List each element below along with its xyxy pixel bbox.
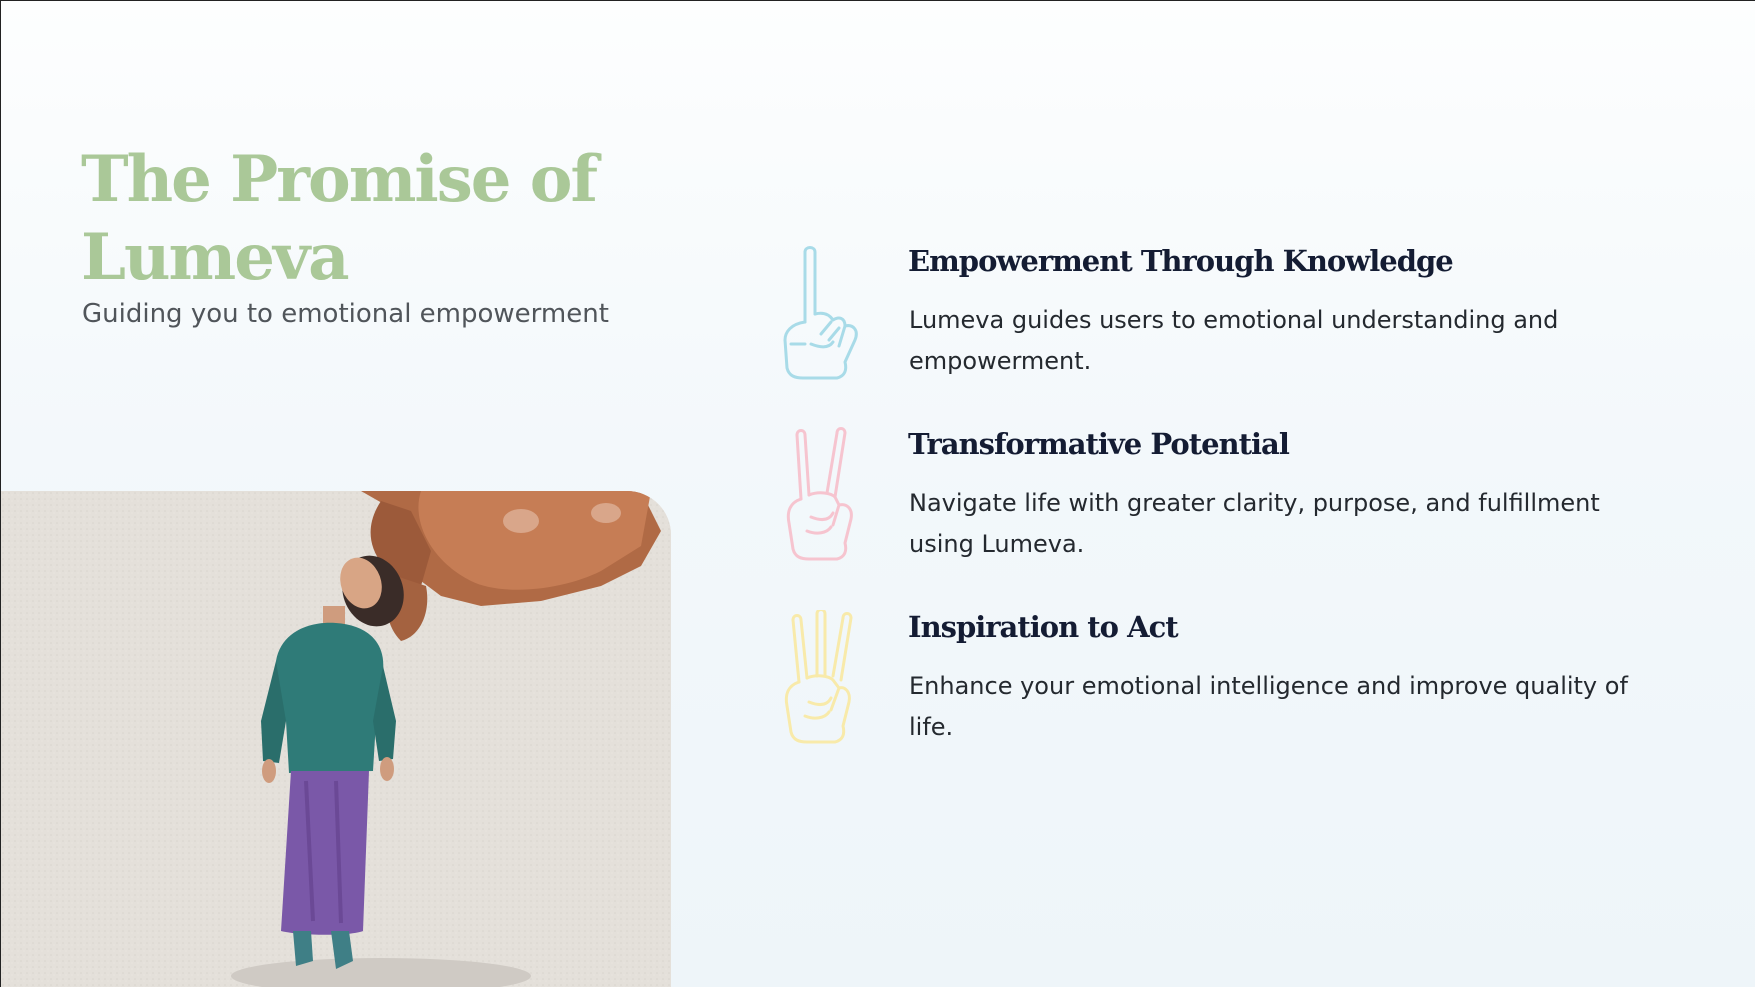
page-subtitle: Guiding you to emotional empowerment xyxy=(82,299,609,329)
feature-body: Lumeva guides users to emotional underst… xyxy=(909,306,1559,375)
woman-lifted-by-hand-illustration xyxy=(1,491,671,987)
feature-title: Empowerment Through Knowledge xyxy=(908,244,1454,278)
one-finger-hand-icon xyxy=(781,244,865,384)
feature-transformative: Transformative Potential Navigate life w… xyxy=(781,427,1681,577)
page-title: The Promise of Lumeva xyxy=(81,142,598,295)
two-finger-hand-icon xyxy=(781,427,865,567)
feature-body: Navigate life with greater clarity, purp… xyxy=(909,489,1600,558)
feature-empowerment: Empowerment Through Knowledge Lumeva gui… xyxy=(781,244,1681,394)
slide: The Promise of Lumeva Guiding you to emo… xyxy=(0,0,1755,987)
feature-title: Transformative Potential xyxy=(908,427,1290,461)
feature-inspiration: Inspiration to Act Enhance your emotiona… xyxy=(781,610,1681,760)
feature-body: Enhance your emotional intelligence and … xyxy=(909,672,1628,741)
three-finger-hand-icon xyxy=(781,610,865,750)
feature-title: Inspiration to Act xyxy=(908,610,1179,644)
